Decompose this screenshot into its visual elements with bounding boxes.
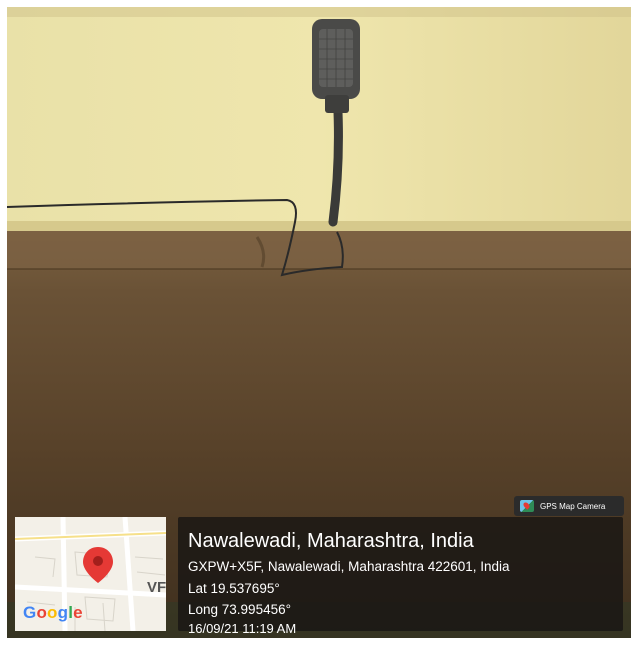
gps-map-camera-icon: [520, 500, 534, 512]
latitude: Lat 19.537695°: [188, 581, 280, 596]
map-label: VF: [147, 579, 166, 596]
location-info-panel: Nawalewadi, Maharashtra, India GXPW+X5F,…: [178, 517, 623, 636]
timestamp: 16/09/21 11:19 AM: [188, 621, 297, 636]
badge-label: GPS Map Camera: [540, 501, 606, 511]
google-logo: Google: [23, 603, 83, 622]
map-thumbnail: VF Google: [15, 517, 166, 631]
location-title: Nawalewadi, Maharashtra, India: [188, 530, 474, 552]
image-frame: GPS Map Camera VF Google Nawalewadi, Mah…: [0, 0, 638, 645]
location-address: GXPW+X5F, Nawalewadi, Maharashtra 422601…: [188, 559, 510, 574]
gps-map-camera-badge: GPS Map Camera: [514, 496, 624, 516]
longitude: Long 73.995456°: [188, 602, 291, 617]
